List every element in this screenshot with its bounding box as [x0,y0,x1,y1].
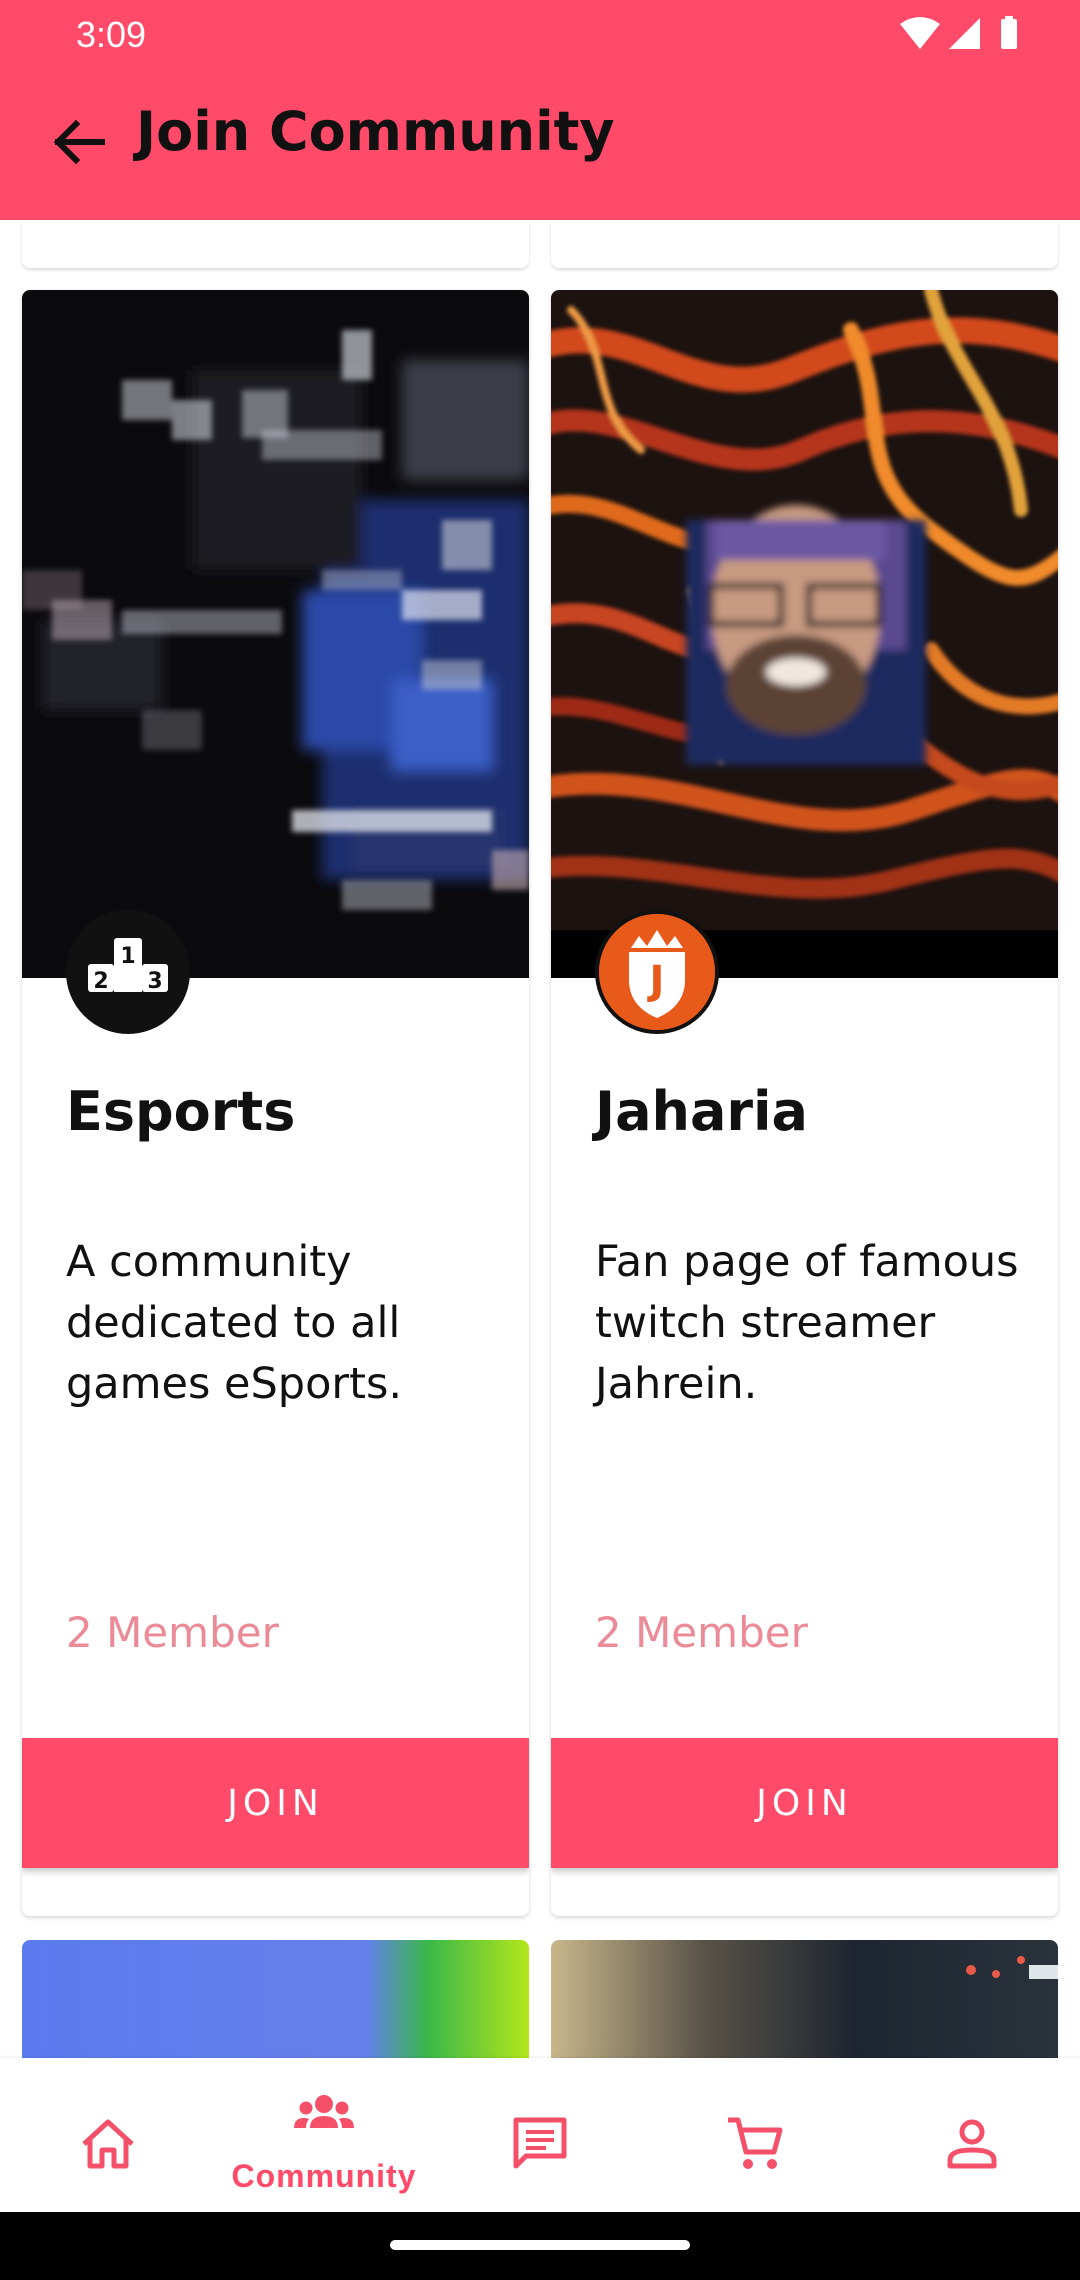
svg-text:1: 1 [120,944,135,969]
nav-community-label: Community [231,2158,417,2194]
nav-community[interactable]: Community [216,2058,432,2212]
card-remnant [22,220,529,268]
community-icon [294,2095,354,2128]
cover-image [22,290,529,978]
nav-profile[interactable] [864,2058,1080,2212]
status-icons [900,16,1017,49]
wifi-icon [900,17,940,49]
nav-cart[interactable] [648,2058,864,2212]
signal-icon [949,18,980,49]
member-count: 2 Member [66,1608,279,1657]
app-bar: 3:09 Join Community [0,0,1080,220]
streamer-photo [686,505,926,765]
community-avatar: 1 2 3 [66,910,190,1034]
svg-text:2: 2 [93,969,108,994]
member-count: 2 Member [595,1608,808,1657]
podium-icon: 1 2 3 [70,914,186,1030]
join-button[interactable]: JOIN [551,1738,1058,1868]
community-description: A community dedicated to all games eSpor… [66,1237,403,1409]
nav-home[interactable] [0,2058,216,2212]
crowned-shield-logo: J [599,914,715,1030]
community-card[interactable] [22,1940,529,2058]
svg-text:3: 3 [147,969,162,994]
page-title: Join Community [136,100,615,163]
cover-image [22,1940,529,2058]
battery-icon [1001,19,1017,49]
chat-icon [513,2117,567,2169]
home-gesture-handle[interactable] [390,2240,690,2250]
bottom-navigation: Community [0,2058,1080,2212]
community-name: Jaharia [595,1080,808,1143]
back-arrow-icon[interactable] [40,112,120,172]
svg-text:J: J [647,958,665,1004]
community-grid[interactable]: 1 2 3 Esports A community dedicated to a… [0,220,1080,2058]
profile-icon [947,2119,997,2169]
community-card: J Jaharia Fan page of famous twitch stre… [551,290,1058,1916]
community-card: 1 2 3 Esports A community dedicated to a… [22,290,529,1916]
community-name: Esports [66,1080,296,1143]
community-card[interactable] [551,1940,1058,2058]
community-avatar: J [595,910,719,1034]
cart-icon [728,2117,783,2169]
status-time: 3:09 [76,14,147,55]
community-description: Fan page of famous twitch streamer Jahre… [595,1237,1019,1409]
cover-image [551,1940,1058,2058]
cover-image [551,290,1058,978]
card-remnant [551,220,1058,268]
join-button[interactable]: JOIN [22,1738,529,1868]
nav-chat[interactable] [432,2058,648,2212]
home-icon [82,2119,134,2169]
